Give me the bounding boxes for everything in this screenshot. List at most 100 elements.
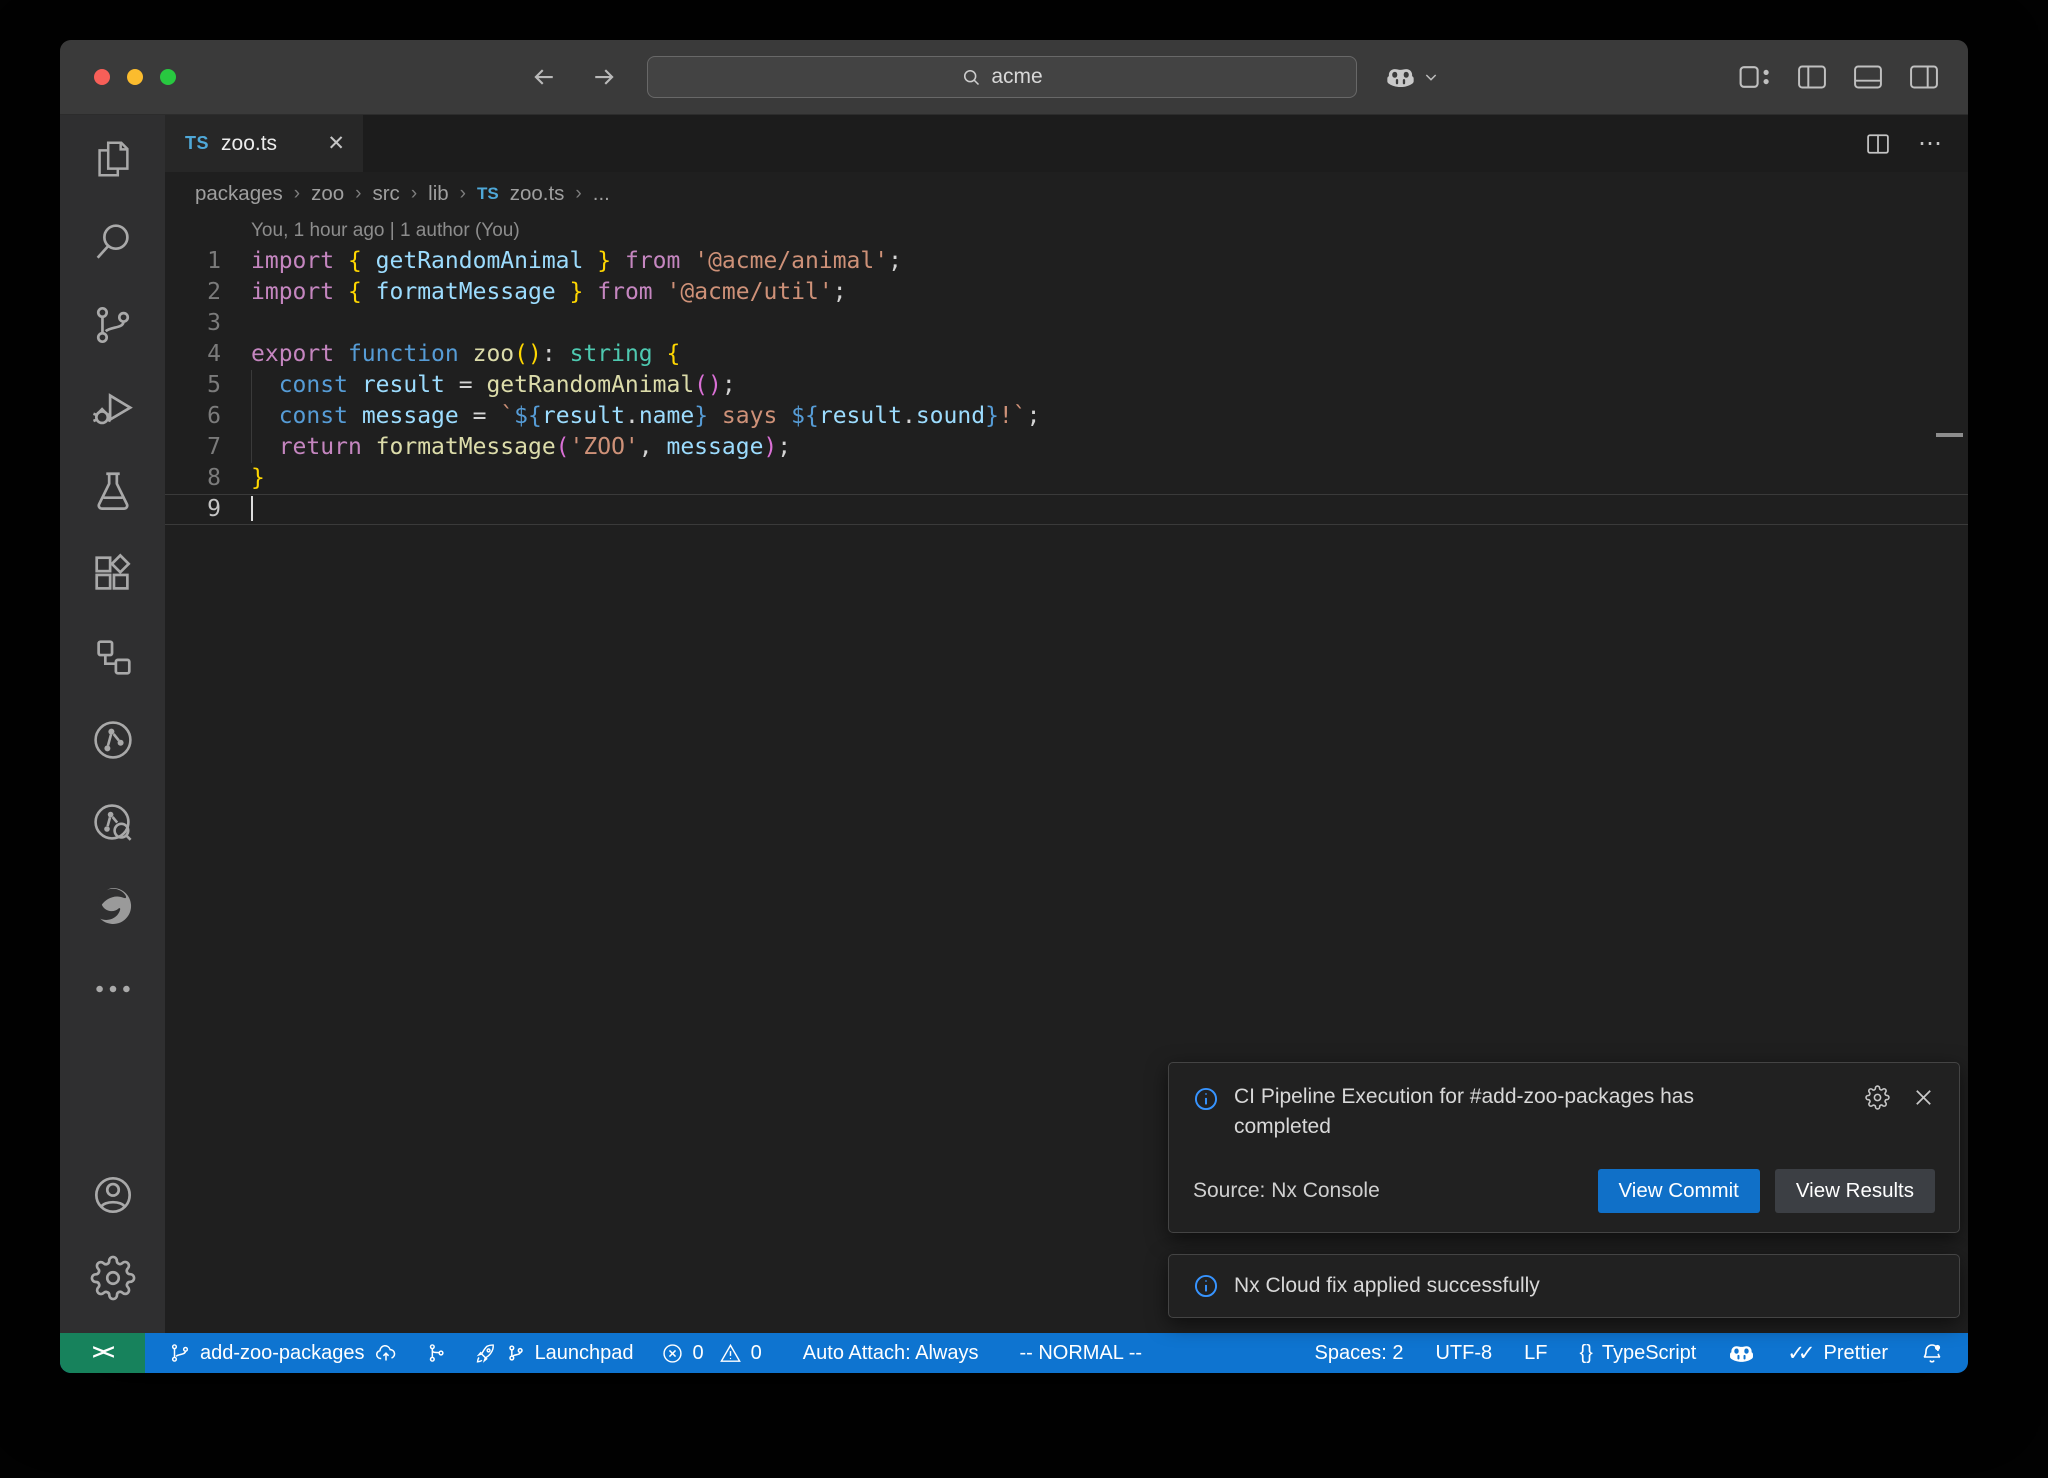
notification-ci-pipeline: CI Pipeline Execution for #add-zoo-packa… [1168, 1062, 1960, 1233]
vscode-window: acme [60, 40, 1968, 1373]
copilot-menu[interactable] [1385, 62, 1439, 93]
mini-branch-icon [506, 1343, 526, 1363]
remote-indicator[interactable]: >< [60, 1333, 145, 1373]
nx-console-icon[interactable] [60, 698, 165, 781]
code-line-7[interactable]: 7 return formatMessage('ZOO', message); [165, 432, 1968, 463]
formatter-status[interactable]: ✓✓ Prettier [1787, 1341, 1888, 1366]
launchpad-status[interactable]: Launchpad [474, 1342, 634, 1365]
nx-cloud-icon[interactable] [60, 781, 165, 864]
more-actions-icon[interactable]: ⋯ [1918, 139, 1944, 149]
vim-mode-status[interactable]: -- NORMAL -- [1019, 1342, 1142, 1365]
testing-icon[interactable] [60, 449, 165, 532]
breadcrumb-item-file[interactable]: zoo.ts [510, 182, 565, 206]
line-number: 9 [165, 494, 221, 525]
eol-label: LF [1524, 1342, 1547, 1365]
formatter-label: Prettier [1824, 1342, 1888, 1365]
custom-view-icon[interactable] [60, 615, 165, 698]
extensions-icon[interactable] [60, 532, 165, 615]
indentation-status[interactable]: Spaces: 2 [1315, 1342, 1404, 1365]
code-line-4[interactable]: 4export function zoo(): string { [165, 339, 1968, 370]
line-number: 4 [165, 339, 221, 370]
notification-message: Nx Cloud fix applied successfully [1234, 1274, 1540, 1298]
cloud-upload-icon [374, 1341, 398, 1365]
notifications-status[interactable] [1920, 1341, 1944, 1365]
copilot-status[interactable] [1728, 1340, 1755, 1367]
eol-status[interactable]: LF [1524, 1342, 1547, 1365]
git-blame-annotation: You, 1 hour ago | 1 author (You) [251, 216, 1968, 246]
status-bar: >< add-zoo-packages [60, 1333, 1968, 1373]
explorer-icon[interactable] [60, 117, 165, 200]
notification-nx-cloud-fix: Nx Cloud fix applied successfully [1168, 1254, 1960, 1318]
edge-browser-icon[interactable] [60, 864, 165, 947]
code-lines: 1import { getRandomAnimal } from '@acme/… [165, 246, 1968, 525]
breadcrumb-separator: › [411, 183, 417, 205]
view-results-button[interactable]: View Results [1775, 1169, 1935, 1213]
breadcrumb-item-packages[interactable]: packages [195, 182, 283, 206]
close-icon[interactable] [1912, 1086, 1935, 1109]
toggle-panel-icon[interactable] [1852, 62, 1884, 92]
toggle-secondary-sidebar-icon[interactable] [1908, 62, 1940, 92]
breadcrumb-item-lib[interactable]: lib [428, 182, 449, 206]
search-icon [961, 67, 982, 88]
window-controls [60, 69, 230, 85]
code-line-2[interactable]: 2import { formatMessage } from '@acme/ut… [165, 277, 1968, 308]
text-cursor [251, 496, 253, 521]
more-views-icon[interactable] [60, 947, 165, 1030]
bell-icon [1920, 1341, 1944, 1365]
braces-icon: {} [1579, 1342, 1592, 1365]
source-control-graph-status[interactable] [425, 1342, 447, 1364]
git-branch-status[interactable]: add-zoo-packages [169, 1341, 398, 1365]
breadcrumb-item-zoo[interactable]: zoo [311, 182, 344, 206]
tab-zoo-ts[interactable]: TS zoo.ts ✕ [165, 115, 363, 172]
encoding-label: UTF-8 [1435, 1342, 1492, 1365]
split-editor-icon[interactable] [1864, 130, 1892, 158]
code-line-3[interactable]: 3 [165, 308, 1968, 339]
source-control-icon[interactable] [60, 283, 165, 366]
settings-gear-icon[interactable] [60, 1236, 165, 1319]
breadcrumb[interactable]: packages›zoo›src›lib›TSzoo.ts›... [165, 172, 1968, 216]
tab-bar: TS zoo.ts ✕ ⋯ [165, 115, 1968, 172]
ts-language-badge: TS [477, 184, 499, 204]
overview-ruler-mark [1936, 433, 1963, 437]
problems-status[interactable]: 0 0 [661, 1342, 762, 1365]
command-center-search[interactable]: acme [647, 56, 1357, 98]
account-icon[interactable] [60, 1153, 165, 1236]
minimize-window-button[interactable] [127, 69, 143, 85]
code-line-5[interactable]: 5 const result = getRandomAnimal(); [165, 370, 1968, 401]
tab-label: zoo.ts [221, 132, 277, 156]
spaces-label: Spaces: 2 [1315, 1342, 1404, 1365]
code-line-6[interactable]: 6 const message = `${result.name} says $… [165, 401, 1968, 432]
auto-attach-status[interactable]: Auto Attach: Always [803, 1342, 979, 1365]
run-debug-icon[interactable] [60, 366, 165, 449]
gear-icon[interactable] [1865, 1085, 1890, 1110]
code-line-1[interactable]: 1import { getRandomAnimal } from '@acme/… [165, 246, 1968, 277]
source-control-graph-icon [425, 1342, 447, 1364]
customize-layout-icon[interactable] [1738, 62, 1772, 92]
view-commit-button[interactable]: View Commit [1598, 1169, 1760, 1213]
code-line-9[interactable]: 9 [165, 494, 1968, 525]
toggle-sidebar-icon[interactable] [1796, 62, 1828, 92]
encoding-status[interactable]: UTF-8 [1435, 1342, 1492, 1365]
vim-mode-label: -- NORMAL -- [1019, 1342, 1142, 1365]
maximize-window-button[interactable] [160, 69, 176, 85]
close-tab-icon[interactable]: ✕ [327, 131, 345, 156]
line-number: 5 [165, 370, 221, 401]
line-number: 1 [165, 246, 221, 277]
line-number: 7 [165, 432, 221, 463]
search-value: acme [991, 65, 1042, 89]
breadcrumb-separator: › [294, 183, 300, 205]
language-mode-status[interactable]: {} TypeScript [1579, 1342, 1696, 1365]
search-icon[interactable] [60, 200, 165, 283]
close-window-button[interactable] [94, 69, 110, 85]
back-arrow-icon[interactable] [529, 62, 559, 92]
branch-name: add-zoo-packages [200, 1342, 365, 1365]
code-line-8[interactable]: 8} [165, 463, 1968, 494]
breadcrumb-separator: › [460, 183, 466, 205]
breadcrumb-separator: › [355, 183, 361, 205]
breadcrumb-item-src[interactable]: src [372, 182, 399, 206]
forward-arrow-icon[interactable] [589, 62, 619, 92]
info-icon [1193, 1273, 1219, 1299]
copilot-icon [1728, 1340, 1755, 1367]
error-count: 0 [693, 1342, 704, 1365]
activity-bar [60, 115, 165, 1333]
